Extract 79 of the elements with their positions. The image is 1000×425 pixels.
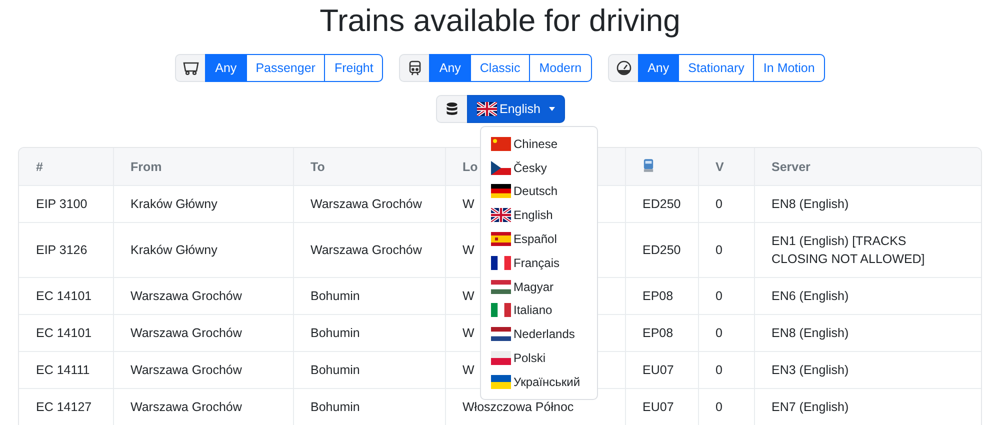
language-option[interactable]: Français: [480, 250, 596, 275]
filter-toggle[interactable]: Any: [638, 54, 680, 82]
filter-toggle[interactable]: In Motion: [753, 54, 825, 82]
filter-toggle[interactable]: Passenger: [246, 54, 326, 82]
table-cell: 0: [698, 388, 754, 425]
flag-icon: [490, 208, 510, 222]
table-cell: EU07: [625, 352, 698, 388]
table-cell: EN3 (English): [754, 352, 981, 388]
flag-icon: [476, 102, 496, 116]
table-cell: 0: [698, 222, 754, 278]
language-option[interactable]: Español: [480, 227, 596, 251]
table-cell: Warszawa Grochów: [113, 314, 293, 352]
table-cell: ED250: [625, 186, 698, 222]
column-header: Server: [754, 148, 981, 186]
language-option[interactable]: Nederlands: [480, 322, 596, 346]
flag-icon: [490, 184, 510, 198]
language-option[interactable]: Česky: [480, 156, 596, 180]
table-cell: EU07: [625, 388, 698, 425]
flag-icon: [490, 351, 510, 366]
table-cell: 0: [698, 186, 754, 222]
flag-icon: [490, 303, 510, 318]
column-header: #: [19, 148, 113, 186]
language-dropdown[interactable]: English: [466, 95, 564, 123]
table-cell: Warszawa Grochów: [113, 388, 293, 425]
table-cell: EN8 (English): [754, 186, 981, 222]
table-cell: EN8 (English): [754, 314, 981, 352]
column-header: From: [113, 148, 293, 186]
language-option[interactable]: Magyar: [480, 274, 596, 299]
table-cell: Włoszczowa Północ: [445, 388, 625, 425]
flag-icon: [490, 374, 510, 389]
table-cell: EN7 (English): [754, 388, 981, 425]
table-cell: Warszawa Grochów: [293, 222, 445, 278]
table-cell: Bohumin: [293, 314, 445, 352]
train-icon: [407, 60, 424, 76]
table-cell: EC 14101: [19, 278, 113, 314]
table-cell: EC 14101: [19, 314, 113, 352]
table-cell: EC 14127: [19, 388, 113, 425]
table-cell: Warszawa Grochów: [113, 278, 293, 314]
filter-toggle[interactable]: Stationary: [678, 54, 754, 82]
locomotive-icon: [642, 158, 654, 172]
flag-icon: [490, 232, 510, 246]
table-cell: Kraków Główny: [113, 222, 293, 278]
table-cell: EN1 (English) [TRACKS CLOSING NOT ALLOWED]: [754, 222, 981, 278]
table-cell: Kraków Główny: [113, 186, 293, 222]
caret-icon: [548, 107, 554, 111]
language-option[interactable]: English: [480, 203, 596, 228]
filter-toggle[interactable]: Any: [205, 54, 247, 82]
table-cell: Bohumin: [293, 388, 445, 425]
table-cell: EIP 3126: [19, 222, 113, 278]
flag-icon: [490, 327, 510, 342]
table-cell: EN6 (English): [754, 278, 981, 314]
speedometer-icon: [616, 60, 632, 76]
filter-toggle[interactable]: Modern: [529, 54, 592, 82]
filter-toggle[interactable]: Classic: [470, 54, 530, 82]
table-cell: Warszawa Grochów: [113, 352, 293, 388]
table-cell: ED250: [625, 222, 698, 278]
table-cell: EC 14111: [19, 352, 113, 388]
flag-icon: [490, 136, 510, 151]
cart-icon: [183, 60, 200, 76]
table-cell: Bohumin: [293, 278, 445, 314]
table-cell: 0: [698, 278, 754, 314]
filter-toggle[interactable]: Any: [429, 54, 471, 82]
table-cell: Warszawa Grochów: [293, 186, 445, 222]
language-option[interactable]: Polski: [480, 346, 596, 370]
table-cell: EIP 3100: [19, 186, 113, 222]
column-header: To: [293, 148, 445, 186]
table-cell: 0: [698, 352, 754, 388]
filter-toggle[interactable]: Freight: [324, 54, 384, 82]
database-icon: [444, 101, 458, 117]
language-option[interactable]: Italiano: [480, 298, 596, 322]
flag-icon: [490, 280, 510, 294]
table-cell: Bohumin: [293, 352, 445, 388]
table-cell: EP08: [625, 314, 698, 352]
table-cell: EP08: [625, 278, 698, 314]
table-cell: 0: [698, 314, 754, 352]
column-header: V: [698, 148, 754, 186]
flag-icon: [490, 256, 510, 270]
flag-icon: [490, 160, 510, 175]
page-title: Trains available for driving: [318, 2, 682, 40]
